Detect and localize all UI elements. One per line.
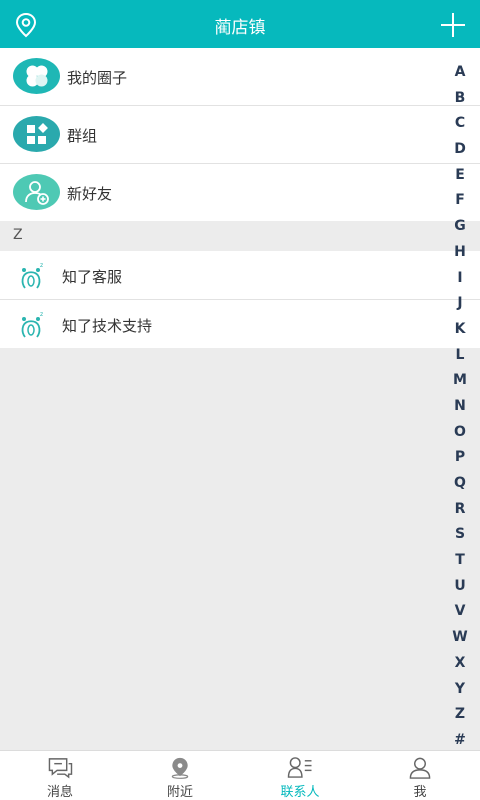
index-letter-h[interactable]: H xyxy=(446,240,474,266)
new-friends-item[interactable]: 新好友 xyxy=(0,164,480,221)
index-letter-c[interactable]: C xyxy=(446,111,474,137)
section-letter: Z xyxy=(13,227,23,243)
groups-item[interactable]: 群组 xyxy=(0,106,480,163)
clover-icon xyxy=(13,58,60,94)
contact-row[interactable]: z 知了客服 xyxy=(0,251,480,299)
group-grid-icon xyxy=(13,116,60,152)
index-letter-w[interactable]: W xyxy=(446,625,474,651)
index-letter-o[interactable]: O xyxy=(446,420,474,446)
tab-nearby[interactable]: 附近 xyxy=(120,751,240,800)
tab-label: 附近 xyxy=(166,785,193,800)
index-letter-e[interactable]: E xyxy=(446,163,474,189)
index-letter-a[interactable]: A xyxy=(446,60,474,86)
tab-me[interactable]: 我 xyxy=(360,751,480,800)
index-letter-t[interactable]: T xyxy=(446,548,474,574)
index-letter-k[interactable]: K xyxy=(446,317,474,343)
index-letter-r[interactable]: R xyxy=(446,497,474,523)
person-icon xyxy=(409,757,431,779)
groups-label: 群组 xyxy=(67,127,98,145)
index-letter-m[interactable]: M xyxy=(446,368,474,394)
bottom-tab-bar: 消息 附近 联系人 我 xyxy=(0,750,480,800)
new-friends-label: 新好友 xyxy=(67,185,113,203)
index-letter-l[interactable]: L xyxy=(446,343,474,369)
contact-name: 知了技术支持 xyxy=(62,317,153,335)
index-letter-i[interactable]: I xyxy=(446,266,474,292)
index-letter-x[interactable]: X xyxy=(446,651,474,677)
chat-bubble-icon xyxy=(48,758,73,779)
index-letter-f[interactable]: F xyxy=(446,188,474,214)
index-letter-j[interactable]: J xyxy=(446,291,474,317)
page-title: 蔺店镇 xyxy=(214,18,266,38)
contact-row[interactable]: z 知了技术支持 xyxy=(0,300,480,348)
plus-icon[interactable] xyxy=(440,12,466,38)
index-letter-s[interactable]: S xyxy=(446,522,474,548)
index-letter-p[interactable]: P xyxy=(446,445,474,471)
tab-label: 消息 xyxy=(46,785,73,800)
tab-contacts[interactable]: 联系人 xyxy=(240,751,360,800)
index-letter-n[interactable]: N xyxy=(446,394,474,420)
index-letter-z[interactable]: Z xyxy=(446,702,474,728)
contact-name: 知了客服 xyxy=(62,268,123,286)
svg-text:z: z xyxy=(40,262,43,269)
map-pin-icon xyxy=(171,757,189,779)
index-letter-q[interactable]: Q xyxy=(446,471,474,497)
tab-messages[interactable]: 消息 xyxy=(0,751,120,800)
index-letter-u[interactable]: U xyxy=(446,574,474,600)
top-bar: 蔺店镇 xyxy=(0,0,480,48)
my-circle-label: 我的圈子 xyxy=(67,69,128,87)
index-letter-g[interactable]: G xyxy=(446,214,474,240)
index-letter-b[interactable]: B xyxy=(446,86,474,112)
my-circle-item[interactable]: 我的圈子 xyxy=(0,48,480,105)
alphabet-index[interactable]: A B C D E F G H I J K L M N O P Q R S T … xyxy=(446,60,474,754)
index-letter-v[interactable]: V xyxy=(446,599,474,625)
index-letter-d[interactable]: D xyxy=(446,137,474,163)
tab-label: 联系人 xyxy=(280,785,320,800)
add-friend-icon xyxy=(13,174,60,210)
cicada-avatar-icon: z xyxy=(21,262,43,289)
tab-label: 我 xyxy=(413,785,427,800)
svg-text:z: z xyxy=(40,311,43,318)
index-letter-y[interactable]: Y xyxy=(446,677,474,703)
cicada-avatar-icon: z xyxy=(21,311,43,338)
section-header-z: Z xyxy=(0,221,480,251)
contacts-icon xyxy=(287,757,312,778)
